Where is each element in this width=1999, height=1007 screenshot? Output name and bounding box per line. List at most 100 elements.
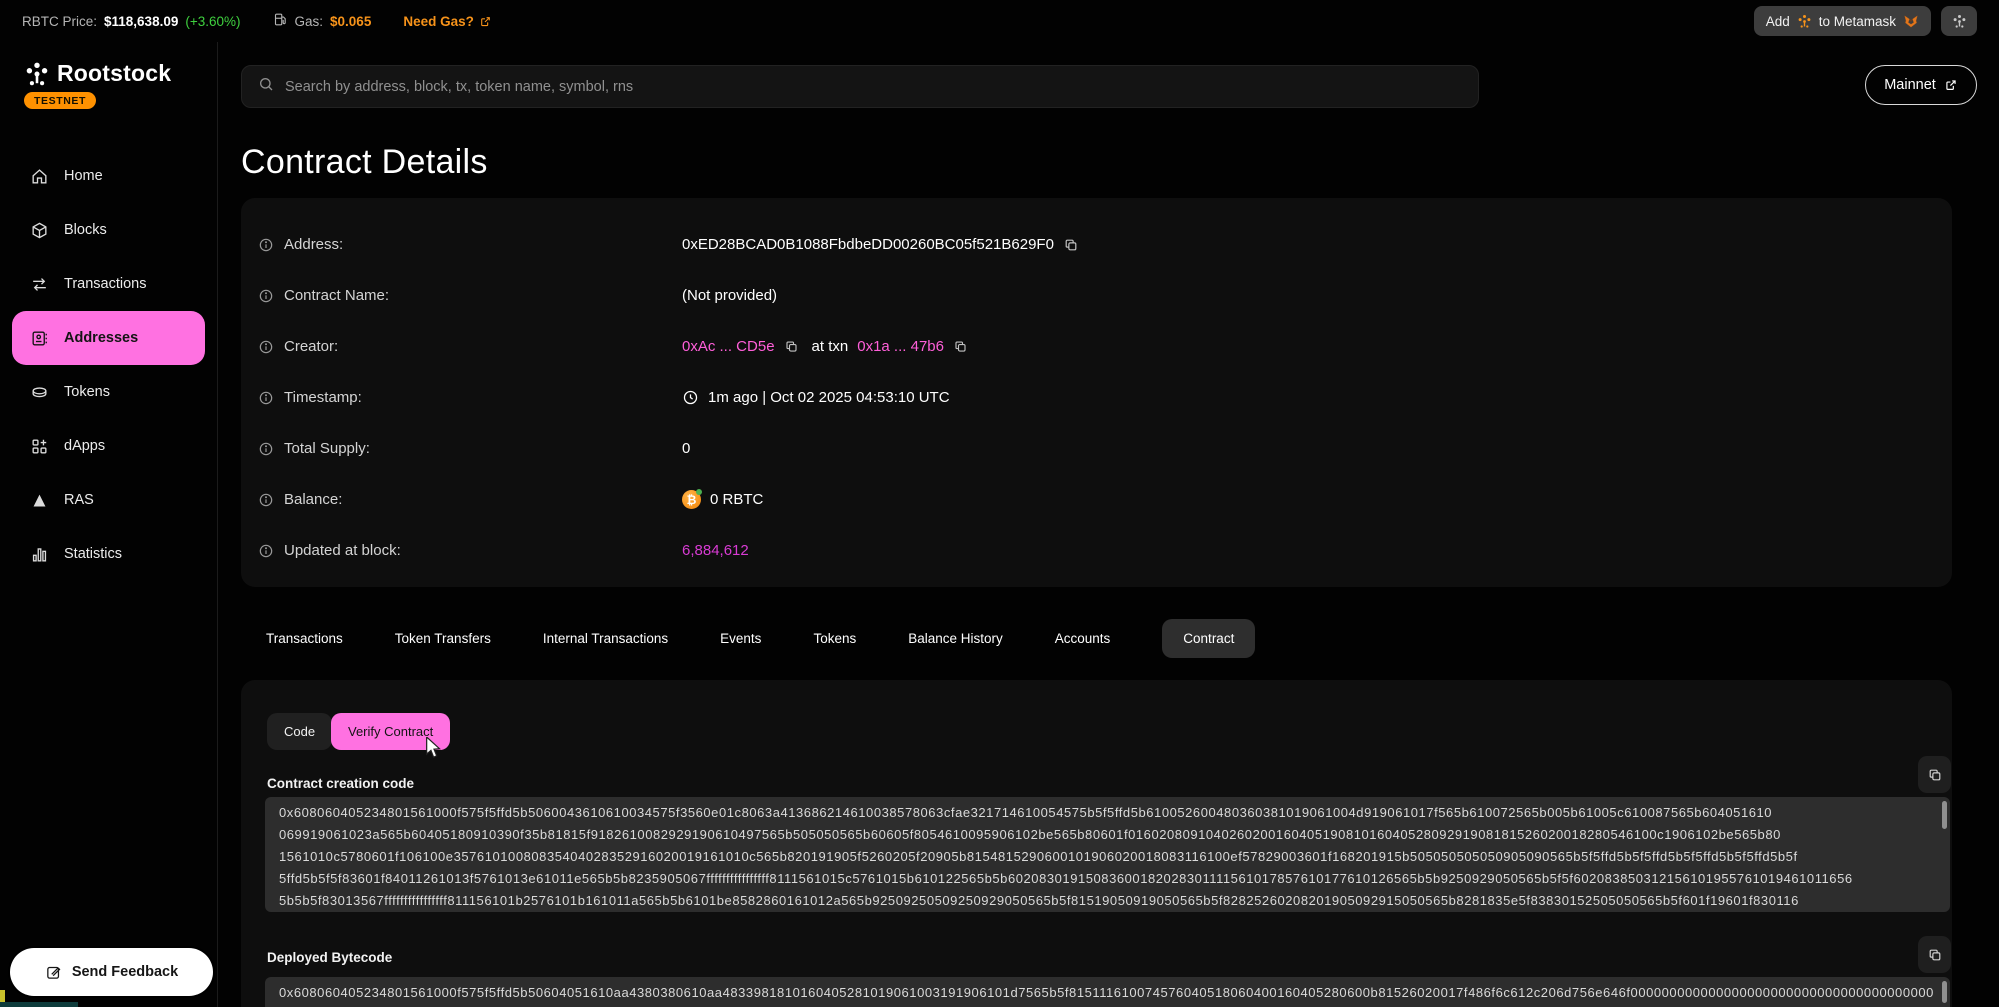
timestamp-label: Timestamp: — [284, 389, 362, 406]
sidebar-item-dapps[interactable]: dApps — [12, 419, 205, 473]
copy-deployed-bytecode-button[interactable] — [1918, 936, 1951, 973]
brand-logo[interactable]: Rootstock — [0, 42, 217, 87]
contract-name-value: (Not provided) — [682, 287, 777, 304]
verify-contract-label: Verify Contract — [348, 724, 433, 739]
tab-events[interactable]: Events — [720, 631, 761, 646]
detail-value: 0xED28BCAD0B1088FbdbeDD00260BC05f521B629… — [682, 236, 1079, 253]
info-icon — [258, 237, 274, 253]
settings-button[interactable] — [1941, 6, 1977, 36]
top-stats-bar: RBTC Price: $118,638.09 (+3.60%) Gas: $0… — [0, 0, 1999, 42]
sidebar-item-addresses[interactable]: Addresses — [12, 311, 205, 365]
creation-code-block[interactable]: 0x608060405234801561000f575f5ffd5b506004… — [265, 797, 1950, 912]
need-gas-link[interactable]: Need Gas? — [403, 14, 492, 29]
gas-label: Gas: — [295, 14, 324, 29]
feedback-pencil-icon — [45, 964, 62, 981]
rbtc-price-change: (+3.60%) — [185, 14, 240, 29]
detail-row-balance: Balance: ₿ 0 RBTC — [241, 474, 1952, 525]
mouse-cursor — [424, 737, 444, 759]
address-value: 0xED28BCAD0B1088FbdbeDD00260BC05f521B629… — [682, 236, 1054, 253]
detail-label: Address: — [258, 236, 682, 253]
detail-label: Total Supply: — [258, 440, 682, 457]
detail-value: 0xAc ... CD5e at txn 0x1a ... 47b6 — [682, 338, 968, 355]
info-icon — [258, 441, 274, 457]
sidebar-item-statistics[interactable]: Statistics — [12, 527, 205, 581]
creation-code-scrollbar[interactable] — [1942, 801, 1947, 829]
copy-icon[interactable] — [953, 339, 968, 354]
detail-label: Updated at block: — [258, 542, 682, 559]
detail-row-timestamp: Timestamp: 1m ago | Oct 02 2025 04:53:10… — [241, 372, 1952, 423]
gas-price-value: $0.065 — [330, 14, 371, 29]
sidebar-item-tokens[interactable]: Tokens — [12, 365, 205, 419]
creator-txn-link[interactable]: 0x1a ... 47b6 — [857, 338, 944, 355]
sidebar-item-ras[interactable]: RAS — [12, 473, 205, 527]
timestamp-value: 1m ago | Oct 02 2025 04:53:10 UTC — [708, 389, 950, 406]
code-line: 069919061023a565b60405180910390f35b81815… — [279, 824, 1934, 846]
tab-token-transfers[interactable]: Token Transfers — [395, 631, 491, 646]
total-supply-value: 0 — [682, 440, 690, 457]
home-icon — [30, 167, 49, 186]
tab-balance-history[interactable]: Balance History — [908, 631, 1003, 646]
detail-row-creator: Creator: 0xAc ... CD5e at txn 0x1a ... 4… — [241, 321, 1952, 372]
sidebar-item-transactions[interactable]: Transactions — [12, 257, 205, 311]
add-to-metamask-button[interactable]: Add to Metamask — [1754, 6, 1931, 36]
updated-block-link[interactable]: 6,884,612 — [682, 542, 749, 559]
rbtc-coin-icon: ₿ — [682, 490, 701, 509]
mainnet-label: Mainnet — [1884, 77, 1936, 93]
contract-name-label: Contract Name: — [284, 287, 389, 304]
address-label: Address: — [284, 236, 343, 253]
search-input[interactable] — [285, 79, 1462, 95]
copy-icon[interactable] — [1063, 237, 1079, 253]
deployed-bytecode-scrollbar[interactable] — [1942, 981, 1947, 1003]
to-metamask-label: to Metamask — [1819, 14, 1896, 29]
tab-contract[interactable]: Contract — [1162, 619, 1255, 658]
rbtc-price-value: $118,638.09 — [104, 14, 178, 29]
sidebar-item-label: Home — [64, 168, 103, 184]
detail-row-contract-name: Contract Name: (Not provided) — [241, 270, 1952, 321]
tab-tokens[interactable]: Tokens — [813, 631, 856, 646]
deployed-bytecode-label: Deployed Bytecode — [267, 950, 392, 965]
add-label: Add — [1766, 14, 1790, 29]
address-card-icon — [30, 329, 49, 348]
code-line: 1561010c5780601f106100e35761010080835404… — [279, 846, 1934, 868]
code-line: 5b5b5f83013567ffffffffffffffff811156101b… — [279, 890, 1934, 912]
swap-arrows-icon — [30, 275, 49, 294]
clock-icon — [682, 389, 699, 406]
address-tabs: Transactions Token Transfers Internal Tr… — [241, 616, 1952, 660]
tab-internal-transactions[interactable]: Internal Transactions — [543, 631, 668, 646]
detail-value: 1m ago | Oct 02 2025 04:53:10 UTC — [682, 389, 950, 406]
code-button[interactable]: Code — [267, 713, 332, 750]
total-supply-label: Total Supply: — [284, 440, 370, 457]
sidebar-item-label: Statistics — [64, 546, 122, 562]
info-icon — [258, 339, 274, 355]
rootstock-explorer-window: RBTC Price: $118,638.09 (+3.60%) Gas: $0… — [0, 0, 1999, 1007]
copy-icon[interactable] — [784, 339, 799, 354]
sidebar-item-label: RAS — [64, 492, 94, 508]
ras-triangle-icon — [30, 491, 49, 510]
search-bar — [241, 65, 1479, 108]
tab-accounts[interactable]: Accounts — [1055, 631, 1111, 646]
send-feedback-button[interactable]: Send Feedback — [10, 948, 213, 996]
detail-value: ₿ 0 RBTC — [682, 490, 763, 509]
code-line: 0x608060405234801561000f575f5ffd5b506004… — [279, 802, 1934, 824]
tab-transactions[interactable]: Transactions — [266, 631, 343, 646]
page-title: Contract Details — [241, 143, 488, 182]
rbtc-token-icon — [1797, 14, 1812, 29]
detail-row-total-supply: Total Supply: 0 — [241, 423, 1952, 474]
rootstock-glyph-icon — [1952, 14, 1967, 29]
creator-address-link[interactable]: 0xAc ... CD5e — [682, 338, 775, 355]
rootstock-logo-icon — [24, 61, 50, 87]
dapps-grid-icon — [30, 437, 49, 456]
detail-value: 6,884,612 — [682, 542, 749, 559]
detail-label: Timestamp: — [258, 389, 682, 406]
gas-pump-icon — [273, 12, 288, 30]
network-stats: RBTC Price: $118,638.09 (+3.60%) Gas: $0… — [22, 12, 492, 30]
sidebar-item-label: Blocks — [64, 222, 107, 238]
detail-value: 0 — [682, 440, 690, 457]
deployed-bytecode-block[interactable]: 0x608060405234801561000f575f5ffd5b506040… — [265, 977, 1950, 1007]
mainnet-switch-button[interactable]: Mainnet — [1865, 65, 1977, 105]
copy-creation-code-button[interactable] — [1918, 756, 1951, 793]
cube-icon — [30, 221, 49, 240]
sidebar-item-blocks[interactable]: Blocks — [12, 203, 205, 257]
sidebar-item-home[interactable]: Home — [12, 149, 205, 203]
send-feedback-label: Send Feedback — [72, 964, 178, 980]
